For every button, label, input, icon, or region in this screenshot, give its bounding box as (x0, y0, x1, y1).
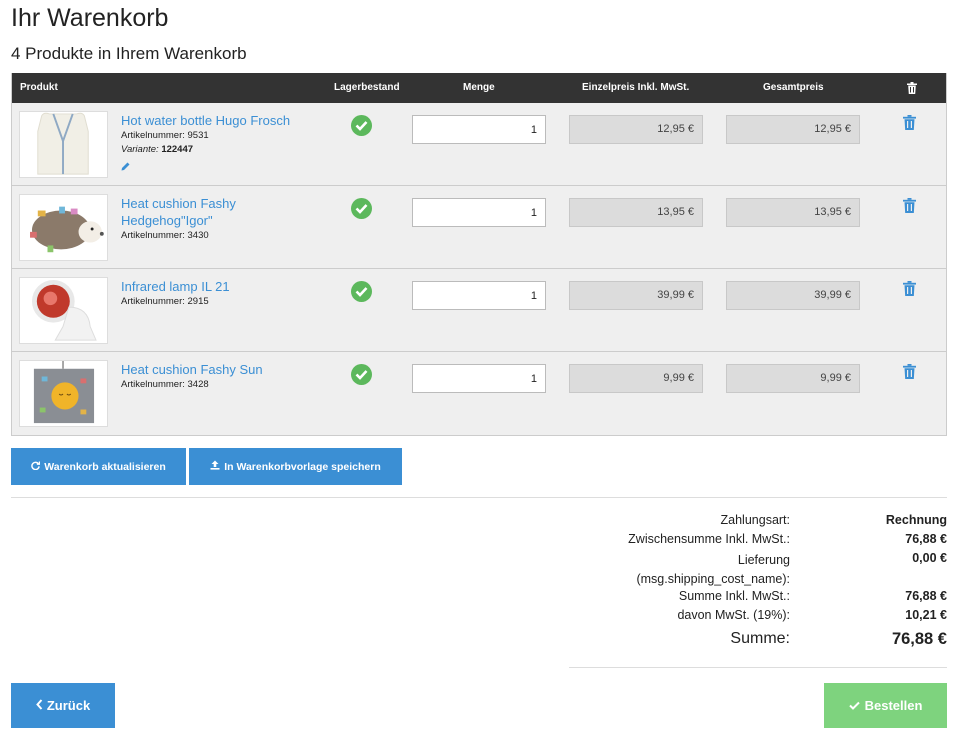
back-label: Zurück (46, 698, 91, 713)
refresh-icon (31, 460, 41, 473)
table-header: Produkt Lagerbestand Menge Einzelpreis I… (12, 73, 946, 103)
in-stock-check-icon (351, 281, 372, 302)
total-price-field: 12,95 € (726, 115, 860, 144)
table-row: Infrared lamp IL 21 Artikelnummer: 2915 … (12, 269, 946, 352)
trash-icon[interactable] (903, 198, 916, 218)
page-title: Ihr Warenkorb (11, 4, 169, 32)
quantity-input[interactable] (412, 198, 546, 227)
product-image-hot-water-bottle[interactable] (19, 111, 108, 178)
save-cart-template-button[interactable]: In Warenkorbvorlage speichern (189, 448, 402, 485)
column-header-stock: Lagerbestand (334, 82, 400, 93)
back-button[interactable]: Zurück (11, 683, 115, 728)
vat-label: davon MwSt. (19%): (677, 608, 790, 622)
variant-info: Variante: 122447 (121, 144, 194, 155)
sum-incl-vat-value: 76,88 € (905, 589, 947, 603)
payment-method-value: Rechnung (885, 513, 947, 527)
column-header-quantity: Menge (463, 82, 495, 93)
update-cart-label: Warenkorb aktualisieren (44, 460, 166, 473)
trash-icon[interactable] (903, 281, 916, 301)
product-name-link[interactable]: Heat cushion Fashy Sun (121, 361, 321, 378)
unit-price-field: 9,99 € (569, 364, 703, 393)
in-stock-check-icon (351, 198, 372, 219)
upload-icon (210, 460, 220, 473)
chevron-left-icon (35, 698, 43, 713)
quantity-input[interactable] (412, 281, 546, 310)
vat-value: 10,21 € (905, 608, 947, 622)
article-number: Artikelnummer: 3428 (121, 379, 209, 390)
trash-icon (907, 73, 917, 103)
product-image-sun-cushion[interactable] (19, 360, 108, 427)
table-row: Hot water bottle Hugo Frosch Artikelnumm… (12, 103, 946, 186)
grand-total-value: 76,88 € (891, 630, 947, 648)
article-number: Artikelnummer: 9531 (121, 130, 209, 141)
payment-method-label: Zahlungsart: (720, 513, 790, 527)
table-row: Heat cushion Fashy Hedgehog"Igor" Artike… (12, 186, 946, 269)
quantity-input[interactable] (412, 364, 546, 393)
unit-price-field: 12,95 € (569, 115, 703, 144)
pencil-icon[interactable] (121, 158, 130, 176)
total-price-field: 13,95 € (726, 198, 860, 227)
in-stock-check-icon (351, 364, 372, 385)
cart-table: Produkt Lagerbestand Menge Einzelpreis I… (11, 73, 947, 436)
trash-icon[interactable] (903, 115, 916, 135)
product-name-link[interactable]: Heat cushion Fashy Hedgehog"Igor" (121, 195, 251, 229)
order-label: Bestellen (864, 698, 923, 713)
article-number: Artikelnummer: 2915 (121, 296, 209, 307)
total-price-field: 9,99 € (726, 364, 860, 393)
column-header-total-price: Gesamtpreis (763, 82, 824, 93)
table-row: Heat cushion Fashy Sun Artikelnummer: 34… (12, 352, 946, 435)
quantity-input[interactable] (412, 115, 546, 144)
subtotal-label: Zwischensumme Inkl. MwSt.: (628, 532, 790, 546)
delivery-label: Lieferung (msg.shipping_cost_name): (636, 553, 790, 586)
unit-price-field: 39,99 € (569, 281, 703, 310)
order-summary: Zahlungsart: Rechnung Zwischensumme Inkl… (569, 513, 947, 653)
product-image-infrared-lamp[interactable] (19, 277, 108, 344)
save-template-label: In Warenkorbvorlage speichern (224, 460, 381, 473)
delivery-value: 0,00 € (912, 551, 947, 565)
product-name-link[interactable]: Hot water bottle Hugo Frosch (121, 112, 321, 129)
update-cart-button[interactable]: Warenkorb aktualisieren (11, 448, 186, 485)
unit-price-field: 13,95 € (569, 198, 703, 227)
trash-icon[interactable] (903, 364, 916, 384)
order-button[interactable]: Bestellen (824, 683, 947, 728)
total-price-field: 39,99 € (726, 281, 860, 310)
divider (569, 667, 947, 668)
cart-count-subtitle: 4 Produkte in Ihrem Warenkorb (11, 44, 247, 63)
sum-incl-vat-label: Summe Inkl. MwSt.: (678, 589, 790, 603)
column-header-product: Produkt (20, 82, 58, 93)
variant-label: Variante (121, 144, 157, 155)
product-name-link[interactable]: Infrared lamp IL 21 (121, 278, 321, 295)
in-stock-check-icon (351, 115, 372, 136)
article-number: Artikelnummer: 3430 (121, 230, 209, 241)
divider (11, 497, 947, 498)
checkmark-icon (848, 698, 860, 713)
subtotal-value: 76,88 € (905, 532, 947, 546)
column-header-unit-price: Einzelpreis Inkl. MwSt. (582, 82, 690, 93)
grand-total-label: Summe: (730, 630, 790, 647)
product-image-hedgehog[interactable] (19, 194, 108, 261)
variant-value: 122447 (161, 144, 194, 155)
